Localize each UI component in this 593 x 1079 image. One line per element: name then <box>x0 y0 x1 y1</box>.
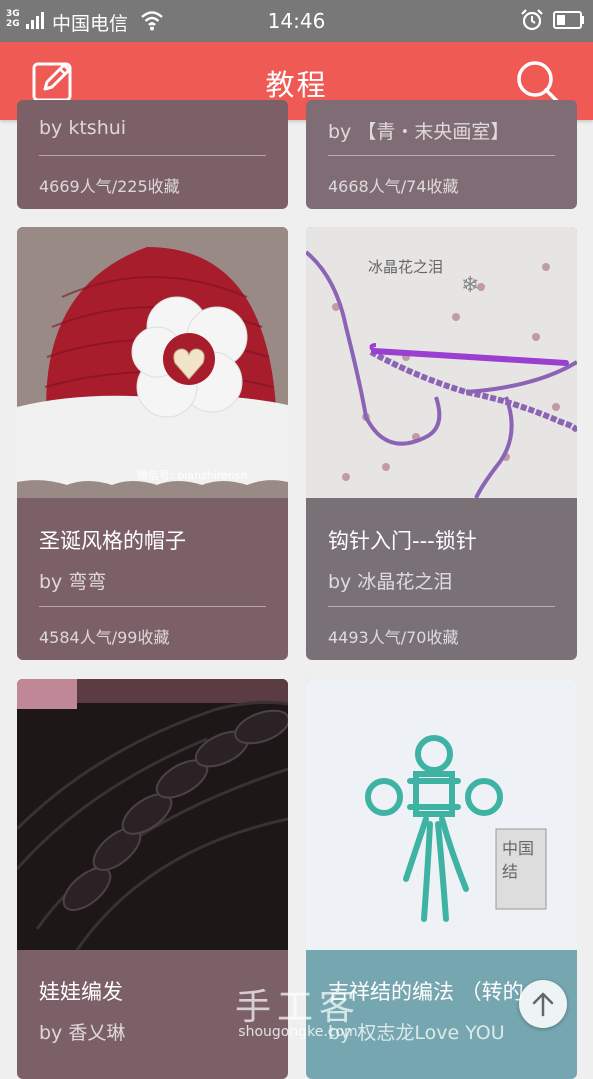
arrow-up-icon <box>532 992 554 1017</box>
watermark-logo: 手工客 <box>234 987 361 1028</box>
card-stats: 4668人气/74收藏 <box>328 177 459 196</box>
card-title: 钩针入门---锁针 <box>328 529 477 553</box>
clock: 14:46 <box>267 9 326 33</box>
card-author: by 弯弯 <box>39 571 107 593</box>
card-image: 冰晶花之泪 ❄ <box>306 227 577 498</box>
svg-text:中国: 中国 <box>502 839 534 858</box>
card-title: 娃娃编发 <box>39 980 123 1004</box>
card-author: by 香乂琳 <box>39 1022 126 1044</box>
card-stats: 4669人气/225收藏 <box>39 177 180 196</box>
card-author: by 【青・末央画室】 <box>328 121 510 143</box>
card-image <box>17 679 288 950</box>
card-author: by 冰晶花之泪 <box>328 571 453 593</box>
card-author: by ktshui <box>39 117 127 139</box>
tutorial-card[interactable]: by ktshui 4669人气/225收藏 <box>17 100 288 209</box>
scroll-top-button[interactable] <box>519 980 567 1028</box>
status-bar: 3G 2G 中国电信 14:46 <box>0 0 593 42</box>
watermark-url: shougongke.com <box>238 1024 358 1040</box>
svg-text:结: 结 <box>502 862 518 881</box>
card-divider <box>328 606 555 607</box>
tutorial-card[interactable]: 冰晶花之泪 ❄ 钩针入门---锁针 by 冰晶花之泪 4493人气/70收藏 <box>306 227 577 660</box>
search-icon <box>517 61 560 104</box>
svg-text:❄: ❄ <box>461 273 479 298</box>
tutorial-card[interactable]: by 【青・末央画室】 4668人气/74收藏 <box>306 100 577 209</box>
search-button[interactable] <box>514 58 562 106</box>
card-stats: 4493人气/70收藏 <box>328 628 459 647</box>
image-caption: 冰晶花之泪 <box>368 258 443 276</box>
image-watermark: 微信号: bianzhirensh <box>137 468 248 482</box>
battery-icon <box>553 11 584 29</box>
card-stats: 4584人气/99收藏 <box>39 628 170 647</box>
card-divider <box>39 155 266 156</box>
alarm-icon <box>521 9 543 31</box>
tutorial-card[interactable]: 微信号: bianzhirensh 圣诞风格的帽子 by 弯弯 4584人气/9… <box>17 227 288 660</box>
card-divider <box>39 606 266 607</box>
card-image: 中国 结 <box>306 679 577 950</box>
card-divider <box>328 155 555 156</box>
page-title: 教程 <box>265 68 328 102</box>
card-image: 微信号: bianzhirensh <box>17 227 288 498</box>
card-title: 圣诞风格的帽子 <box>39 529 186 553</box>
